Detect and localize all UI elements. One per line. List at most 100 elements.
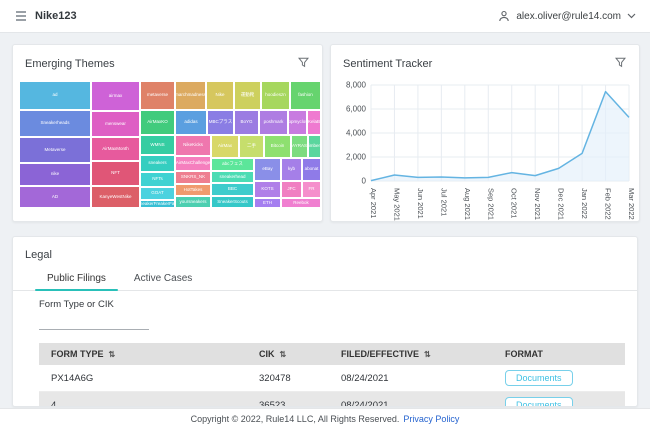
column-header-label: CIK <box>259 349 275 359</box>
form-type-cell: 4 <box>39 392 247 408</box>
y-axis-tick-label: 2,000 <box>346 153 367 162</box>
treemap-tile[interactable]: 二手 <box>239 135 264 158</box>
treemap-tile[interactable]: NFTs <box>140 172 175 187</box>
treemap-tile[interactable]: Metaverse <box>19 137 91 163</box>
treemap-tile[interactable]: SNKRS_NK <box>175 171 211 184</box>
privacy-policy-link[interactable]: Privacy Policy <box>403 414 459 424</box>
treemap-tile[interactable]: AYRAS <box>291 135 308 158</box>
column-header: FILED/EFFECTIVE⇅ <box>329 343 493 365</box>
treemap-tile[interactable]: marchmadness <box>175 81 206 110</box>
treemap-tile[interactable]: AirMaxKO <box>140 110 175 135</box>
form-filter-input[interactable] <box>39 324 149 330</box>
x-axis-tick-label: Nov 2021 <box>533 188 542 220</box>
column-header: CIK ⇅ <box>247 343 329 365</box>
treemap-tile[interactable]: AirMaxChallenge <box>175 156 211 171</box>
treemap-tile[interactable]: GOAT <box>140 187 175 200</box>
treemap-tile[interactable]: KanyeWestNike <box>91 186 140 208</box>
documents-button[interactable]: Documents <box>505 397 573 407</box>
treemap-tile[interactable]: Reebok <box>281 198 321 208</box>
treemap-tile[interactable]: nike <box>19 163 91 186</box>
form-filter-field: Form Type or CIK <box>39 299 149 334</box>
sort-icon[interactable]: ⇅ <box>424 350 431 359</box>
top-bar: Nike123 alex.oliver@rule14.com <box>0 0 650 33</box>
treemap-tile[interactable]: BBC <box>211 183 254 196</box>
y-axis-tick-label: 0 <box>362 177 367 186</box>
area-fill <box>371 92 629 181</box>
column-header-label: FORM TYPE <box>51 349 104 359</box>
column-header: FORM TYPE ⇅ <box>39 343 247 365</box>
treemap-tile[interactable]: sneakerhead <box>211 171 254 183</box>
treemap-tile[interactable]: Nike <box>206 81 234 110</box>
filter-icon[interactable] <box>297 54 310 74</box>
filter-icon[interactable] <box>614 54 627 74</box>
y-axis-tick-label: 6,000 <box>346 105 367 114</box>
treemap-tile[interactable]: poshmark <box>259 110 288 135</box>
treemap-tile[interactable]: SneakerScouts <box>211 196 254 208</box>
treemap-tile[interactable]: Kimberly <box>308 135 321 158</box>
tab-public-filings[interactable]: Public Filings <box>33 270 120 290</box>
treemap-tile[interactable]: fashion <box>290 81 321 110</box>
treemap-tile[interactable]: ETH <box>254 198 281 208</box>
legal-card: Legal Public FilingsActive Cases Form Ty… <box>12 236 638 407</box>
treemap-tile[interactable]: menswear <box>91 111 140 137</box>
treemap-tile[interactable]: yoursneakers <box>175 196 211 208</box>
filed-cell: 08/24/2021 <box>329 392 493 408</box>
treemap-tile[interactable]: metaverse <box>140 81 175 110</box>
legal-title: Legal <box>13 237 637 261</box>
x-axis-tick-label: Jan 2022 <box>580 188 589 219</box>
x-axis-tick-label: Jul 2021 <box>439 188 448 216</box>
treemap-tile[interactable]: eBay <box>254 158 281 181</box>
treemap-tile[interactable]: kyb <box>281 158 302 181</box>
sentiment-tracker-title: Sentiment Tracker <box>343 58 432 70</box>
treemap-tile[interactable]: airmax <box>91 81 140 111</box>
sort-icon[interactable]: ⇅ <box>280 350 287 359</box>
cik-cell: 320478 <box>247 365 329 392</box>
tab-active-cases[interactable]: Active Cases <box>120 270 206 290</box>
treemap-tile[interactable]: abonat <box>302 158 321 181</box>
emerging-themes-title: Emerging Themes <box>25 58 115 70</box>
treemap-tile[interactable]: adidas <box>175 110 207 135</box>
treemap-tile[interactable]: Sneakerheads <box>19 110 91 137</box>
user-email: alex.oliver@rule14.com <box>516 11 621 22</box>
treemap-tile[interactable]: shopmycloset <box>288 110 307 135</box>
themes-treemap: adSneakerheadsMetaversenikeAD airmaxmensw… <box>19 81 321 208</box>
treemap-tile[interactable]: JFC <box>281 181 302 198</box>
treemap-tile[interactable]: KelaB <box>307 110 321 135</box>
treemap-tile[interactable]: Bitcoin <box>264 135 291 158</box>
treemap-tile[interactable]: WMNS <box>140 135 175 155</box>
filings-header-row: FORM TYPE⇅CIK⇅FILED/EFFECTIVE⇅FORMAT <box>39 343 625 365</box>
emerging-themes-card: Emerging Themes adSneakerheadsMetaversen… <box>12 44 323 222</box>
treemap-tile[interactable]: AirMax <box>211 135 239 158</box>
treemap-tile[interactable]: AirMaxMonth <box>91 137 140 161</box>
treemap-tile[interactable]: KOTS <box>254 181 281 198</box>
sort-icon[interactable]: ⇅ <box>109 350 116 359</box>
treemap-tile[interactable]: NFT <box>91 161 140 186</box>
main-content: Emerging Themes adSneakerheadsMetaversen… <box>0 33 650 408</box>
treemap-tile[interactable]: SneakerFreakerFam <box>140 200 175 208</box>
treemap-tile[interactable]: sneakers <box>140 155 175 172</box>
x-axis-tick-label: Dec 2021 <box>557 188 566 220</box>
x-axis-tick-label: Apr 2021 <box>369 188 378 218</box>
x-axis-tick-label: Feb 2022 <box>604 188 613 220</box>
x-axis-tick-label: Jun 2021 <box>416 188 425 219</box>
treemap-tile[interactable]: MBCプラス <box>207 110 234 135</box>
treemap-tile[interactable]: HotTakes <box>175 184 211 196</box>
treemap-tile[interactable]: NikeKicks <box>175 135 211 156</box>
documents-button[interactable]: Documents <box>505 370 573 386</box>
treemap-tile[interactable]: FR <box>302 181 321 198</box>
hamburger-menu-icon[interactable] <box>14 9 28 23</box>
form-filter-label: Form Type or CIK <box>39 299 149 316</box>
treemap-tile[interactable]: abcフェス <box>211 158 254 171</box>
x-axis-tick-label: Aug 2021 <box>463 188 472 220</box>
x-axis-tick-label: Oct 2021 <box>510 188 519 218</box>
treemap-tile[interactable]: 運動靴 <box>234 81 261 110</box>
user-menu[interactable]: alex.oliver@rule14.com <box>498 10 636 22</box>
treemap-tile[interactable]: ad <box>19 81 91 110</box>
treemap-tile[interactable]: AD <box>19 186 91 208</box>
treemap-tile[interactable]: BoYG <box>234 110 259 135</box>
treemap-tile[interactable]: hoodieszn <box>261 81 290 110</box>
filings-table: FORM TYPE⇅CIK⇅FILED/EFFECTIVE⇅FORMAT PX1… <box>39 343 625 407</box>
filed-cell: 08/24/2021 <box>329 365 493 392</box>
chevron-down-icon <box>627 13 636 19</box>
cik-cell: 36523 <box>247 392 329 408</box>
